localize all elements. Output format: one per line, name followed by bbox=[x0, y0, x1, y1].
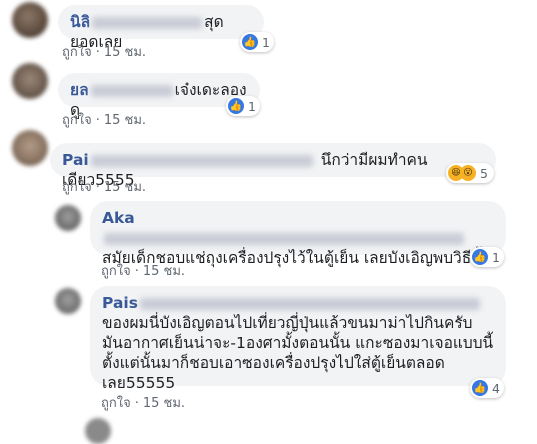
like-link[interactable]: ถูกใจ bbox=[62, 180, 92, 195]
separator-dot: · bbox=[95, 113, 100, 128]
redacted-name bbox=[90, 154, 313, 167]
comment-text-line: ของผมนี่บังเอิญตอนไปเที่ยวญี่ปุ่นแล้วขนม… bbox=[102, 314, 473, 332]
reaction-summary[interactable]: 👍 1 bbox=[470, 247, 504, 267]
timestamp[interactable]: 15 ชม. bbox=[143, 264, 185, 279]
comment-text-line: มันอากาศเย็นน่าจะ-1องศามั้งตอนนั้น แกะซอ… bbox=[102, 334, 494, 352]
comment-actions: ถูกใจ · 15 ชม. bbox=[62, 41, 146, 62]
reaction-summary[interactable]: 👍 1 bbox=[226, 96, 260, 116]
comment-bubble: นิลิ สุดยอดเลย bbox=[58, 5, 264, 51]
avatar[interactable] bbox=[12, 130, 48, 166]
comment-bubble: Pais ของผมนี่บังเอิญตอนไปเที่ยวญี่ปุ่นแล… bbox=[90, 286, 506, 392]
comment-actions: ถูกใจ · 15 ชม. bbox=[62, 176, 146, 197]
reaction-summary[interactable]: 👍 1 bbox=[240, 32, 274, 52]
like-icon: 👍 bbox=[472, 249, 488, 265]
reaction-summary[interactable]: 👍 4 bbox=[470, 378, 504, 398]
separator-dot: · bbox=[134, 264, 139, 279]
avatar[interactable] bbox=[55, 288, 81, 314]
separator-dot: · bbox=[134, 396, 139, 411]
avatar[interactable] bbox=[55, 205, 81, 231]
redacted-name bbox=[90, 84, 173, 97]
haha-icon: 😆 bbox=[448, 165, 464, 181]
comment-actions: ถูกใจ · 15 ชม. bbox=[101, 260, 185, 281]
timestamp[interactable]: 15 ชม. bbox=[104, 180, 146, 195]
like-icon: 👍 bbox=[228, 98, 244, 114]
like-icon: 👍 bbox=[472, 380, 488, 396]
avatar[interactable] bbox=[12, 63, 48, 99]
comment-actions: ถูกใจ · 15 ชม. bbox=[101, 392, 185, 413]
comment-bubble: Aka สมัยเด็กชอบแช่ถุงเครื่องปรุงไว้ในตู้… bbox=[90, 201, 506, 267]
like-icon: 👍 bbox=[242, 34, 258, 50]
comment-bubble: Pai นึกว่ามีผมทำคนเดียว5555 bbox=[50, 143, 496, 189]
like-link[interactable]: ถูกใจ bbox=[101, 264, 131, 279]
separator-dot: · bbox=[95, 180, 100, 195]
commenter-name[interactable]: Pais bbox=[102, 294, 138, 312]
like-link[interactable]: ถูกใจ bbox=[62, 45, 92, 60]
like-link[interactable]: ถูกใจ bbox=[62, 113, 92, 128]
redacted-name bbox=[104, 232, 464, 245]
reaction-summary[interactable]: 😆 😮 5 bbox=[446, 163, 494, 183]
comment-text-line: ตั้งแต่นั้นมาก็ชอบเอาซองเครื่องปรุงไปใส่… bbox=[102, 354, 445, 372]
comment-text-line: เลย55555 bbox=[102, 374, 176, 392]
commenter-name[interactable]: Aka bbox=[102, 209, 135, 227]
timestamp[interactable]: 15 ชม. bbox=[143, 396, 185, 411]
commenter-name[interactable]: Pai bbox=[62, 151, 89, 169]
commenter-name[interactable]: นิลิ bbox=[70, 13, 90, 31]
redacted-name bbox=[139, 297, 480, 310]
like-link[interactable]: ถูกใจ bbox=[101, 396, 131, 411]
timestamp[interactable]: 15 ชม. bbox=[104, 113, 146, 128]
comment-actions: ถูกใจ · 15 ชม. bbox=[62, 109, 146, 130]
avatar[interactable] bbox=[85, 418, 111, 444]
commenter-name[interactable]: ยล bbox=[70, 81, 89, 99]
redacted-name bbox=[92, 16, 203, 29]
separator-dot: · bbox=[95, 45, 100, 60]
timestamp[interactable]: 15 ชม. bbox=[104, 45, 146, 60]
avatar[interactable] bbox=[12, 2, 48, 38]
